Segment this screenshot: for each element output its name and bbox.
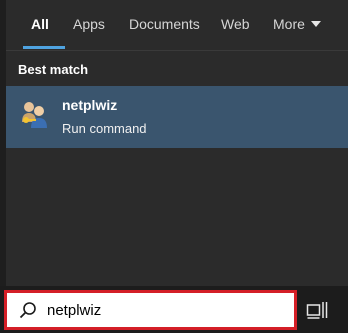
tab-apps[interactable]: Apps <box>73 16 105 32</box>
chevron-down-icon <box>310 21 321 27</box>
task-view-icon[interactable] <box>306 299 328 321</box>
taskbar-search-box[interactable] <box>4 290 297 330</box>
taskbar <box>0 286 348 333</box>
best-match-heading: Best match <box>18 62 89 77</box>
best-match-result[interactable]: netplwiz Run command <box>6 86 348 148</box>
search-icon <box>19 302 36 319</box>
tab-more-label: More <box>273 16 305 32</box>
tabs-divider <box>6 50 348 51</box>
active-tab-indicator <box>23 46 65 49</box>
search-tabs: All Apps Documents Web More <box>6 0 348 50</box>
search-panel: All Apps Documents Web More Best match n… <box>0 0 348 333</box>
tab-all[interactable]: All <box>31 16 49 32</box>
tab-documents[interactable]: Documents <box>129 16 200 32</box>
tab-more[interactable]: More <box>273 16 321 32</box>
result-title: netplwiz <box>62 97 118 113</box>
tab-web[interactable]: Web <box>221 16 250 32</box>
search-input[interactable] <box>47 298 277 322</box>
users-icon <box>22 102 47 128</box>
result-subtitle: Run command <box>62 121 147 136</box>
